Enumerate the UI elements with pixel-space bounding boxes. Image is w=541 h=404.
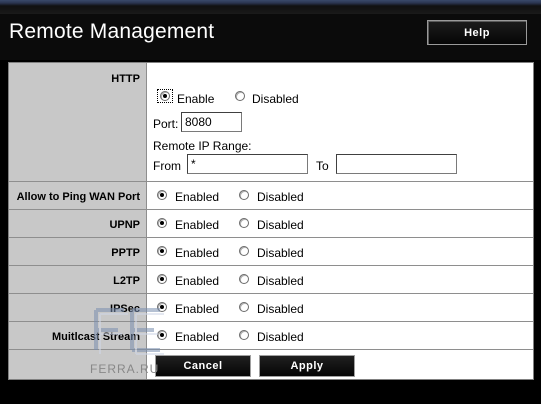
pptp-disabled-label: Disabled [257, 246, 304, 260]
ping-wan-label: Allow to Ping WAN Port [16, 191, 140, 203]
row-divider [9, 209, 533, 210]
pptp-label: PPTP [111, 247, 140, 259]
page-title: Remote Management [9, 20, 215, 43]
http-disabled-radio[interactable] [235, 91, 245, 101]
upnp-enabled-label: Enabled [175, 218, 220, 232]
multicast-disabled-label: Disabled [257, 330, 304, 344]
ipsec-disabled-label: Disabled [257, 302, 304, 316]
window-top-bar [0, 0, 541, 14]
remote-ip-range-label: Remote IP Range: [153, 139, 252, 153]
upnp-label: UPNP [109, 219, 140, 231]
http-enable-label: Enable [177, 92, 215, 106]
l2tp-disabled-radio[interactable] [239, 274, 249, 284]
ping-wan-disabled-label: Disabled [257, 190, 304, 204]
upnp-enabled-radio[interactable] [157, 218, 167, 228]
http-enable-radio[interactable] [160, 91, 170, 101]
multicast-enabled-label: Enabled [175, 330, 220, 344]
from-ip-input[interactable] [187, 154, 308, 174]
apply-button[interactable]: Apply [259, 355, 355, 377]
l2tp-enabled-radio[interactable] [157, 274, 167, 284]
to-label: To [316, 159, 329, 173]
from-label: From [153, 159, 181, 173]
http-disabled-label: Disabled [252, 92, 299, 106]
row-divider [9, 237, 533, 238]
l2tp-disabled-label: Disabled [257, 274, 304, 288]
help-button[interactable]: Help [427, 20, 527, 45]
ping-wan-enabled-radio[interactable] [157, 190, 167, 200]
port-label: Port: [153, 117, 179, 131]
ping-wan-enabled-label: Enabled [175, 190, 220, 204]
upnp-disabled-radio[interactable] [239, 218, 249, 228]
watermark-text: FERRA.RU [90, 362, 160, 376]
pptp-enabled-label: Enabled [175, 246, 220, 260]
ipsec-enabled-label: Enabled [175, 302, 220, 316]
pptp-disabled-radio[interactable] [239, 246, 249, 256]
upnp-disabled-label: Disabled [257, 218, 304, 232]
row-divider [9, 265, 533, 266]
row-divider [9, 293, 533, 294]
multicast-disabled-radio[interactable] [239, 330, 249, 340]
l2tp-enabled-label: Enabled [175, 274, 220, 288]
to-ip-input[interactable] [336, 154, 457, 174]
http-label: HTTP [111, 73, 140, 85]
ping-wan-disabled-radio[interactable] [239, 190, 249, 200]
ipsec-disabled-radio[interactable] [239, 302, 249, 312]
port-input[interactable] [181, 112, 242, 132]
row-divider [9, 181, 533, 182]
pptp-enabled-radio[interactable] [157, 246, 167, 256]
l2tp-label: L2TP [113, 275, 140, 287]
